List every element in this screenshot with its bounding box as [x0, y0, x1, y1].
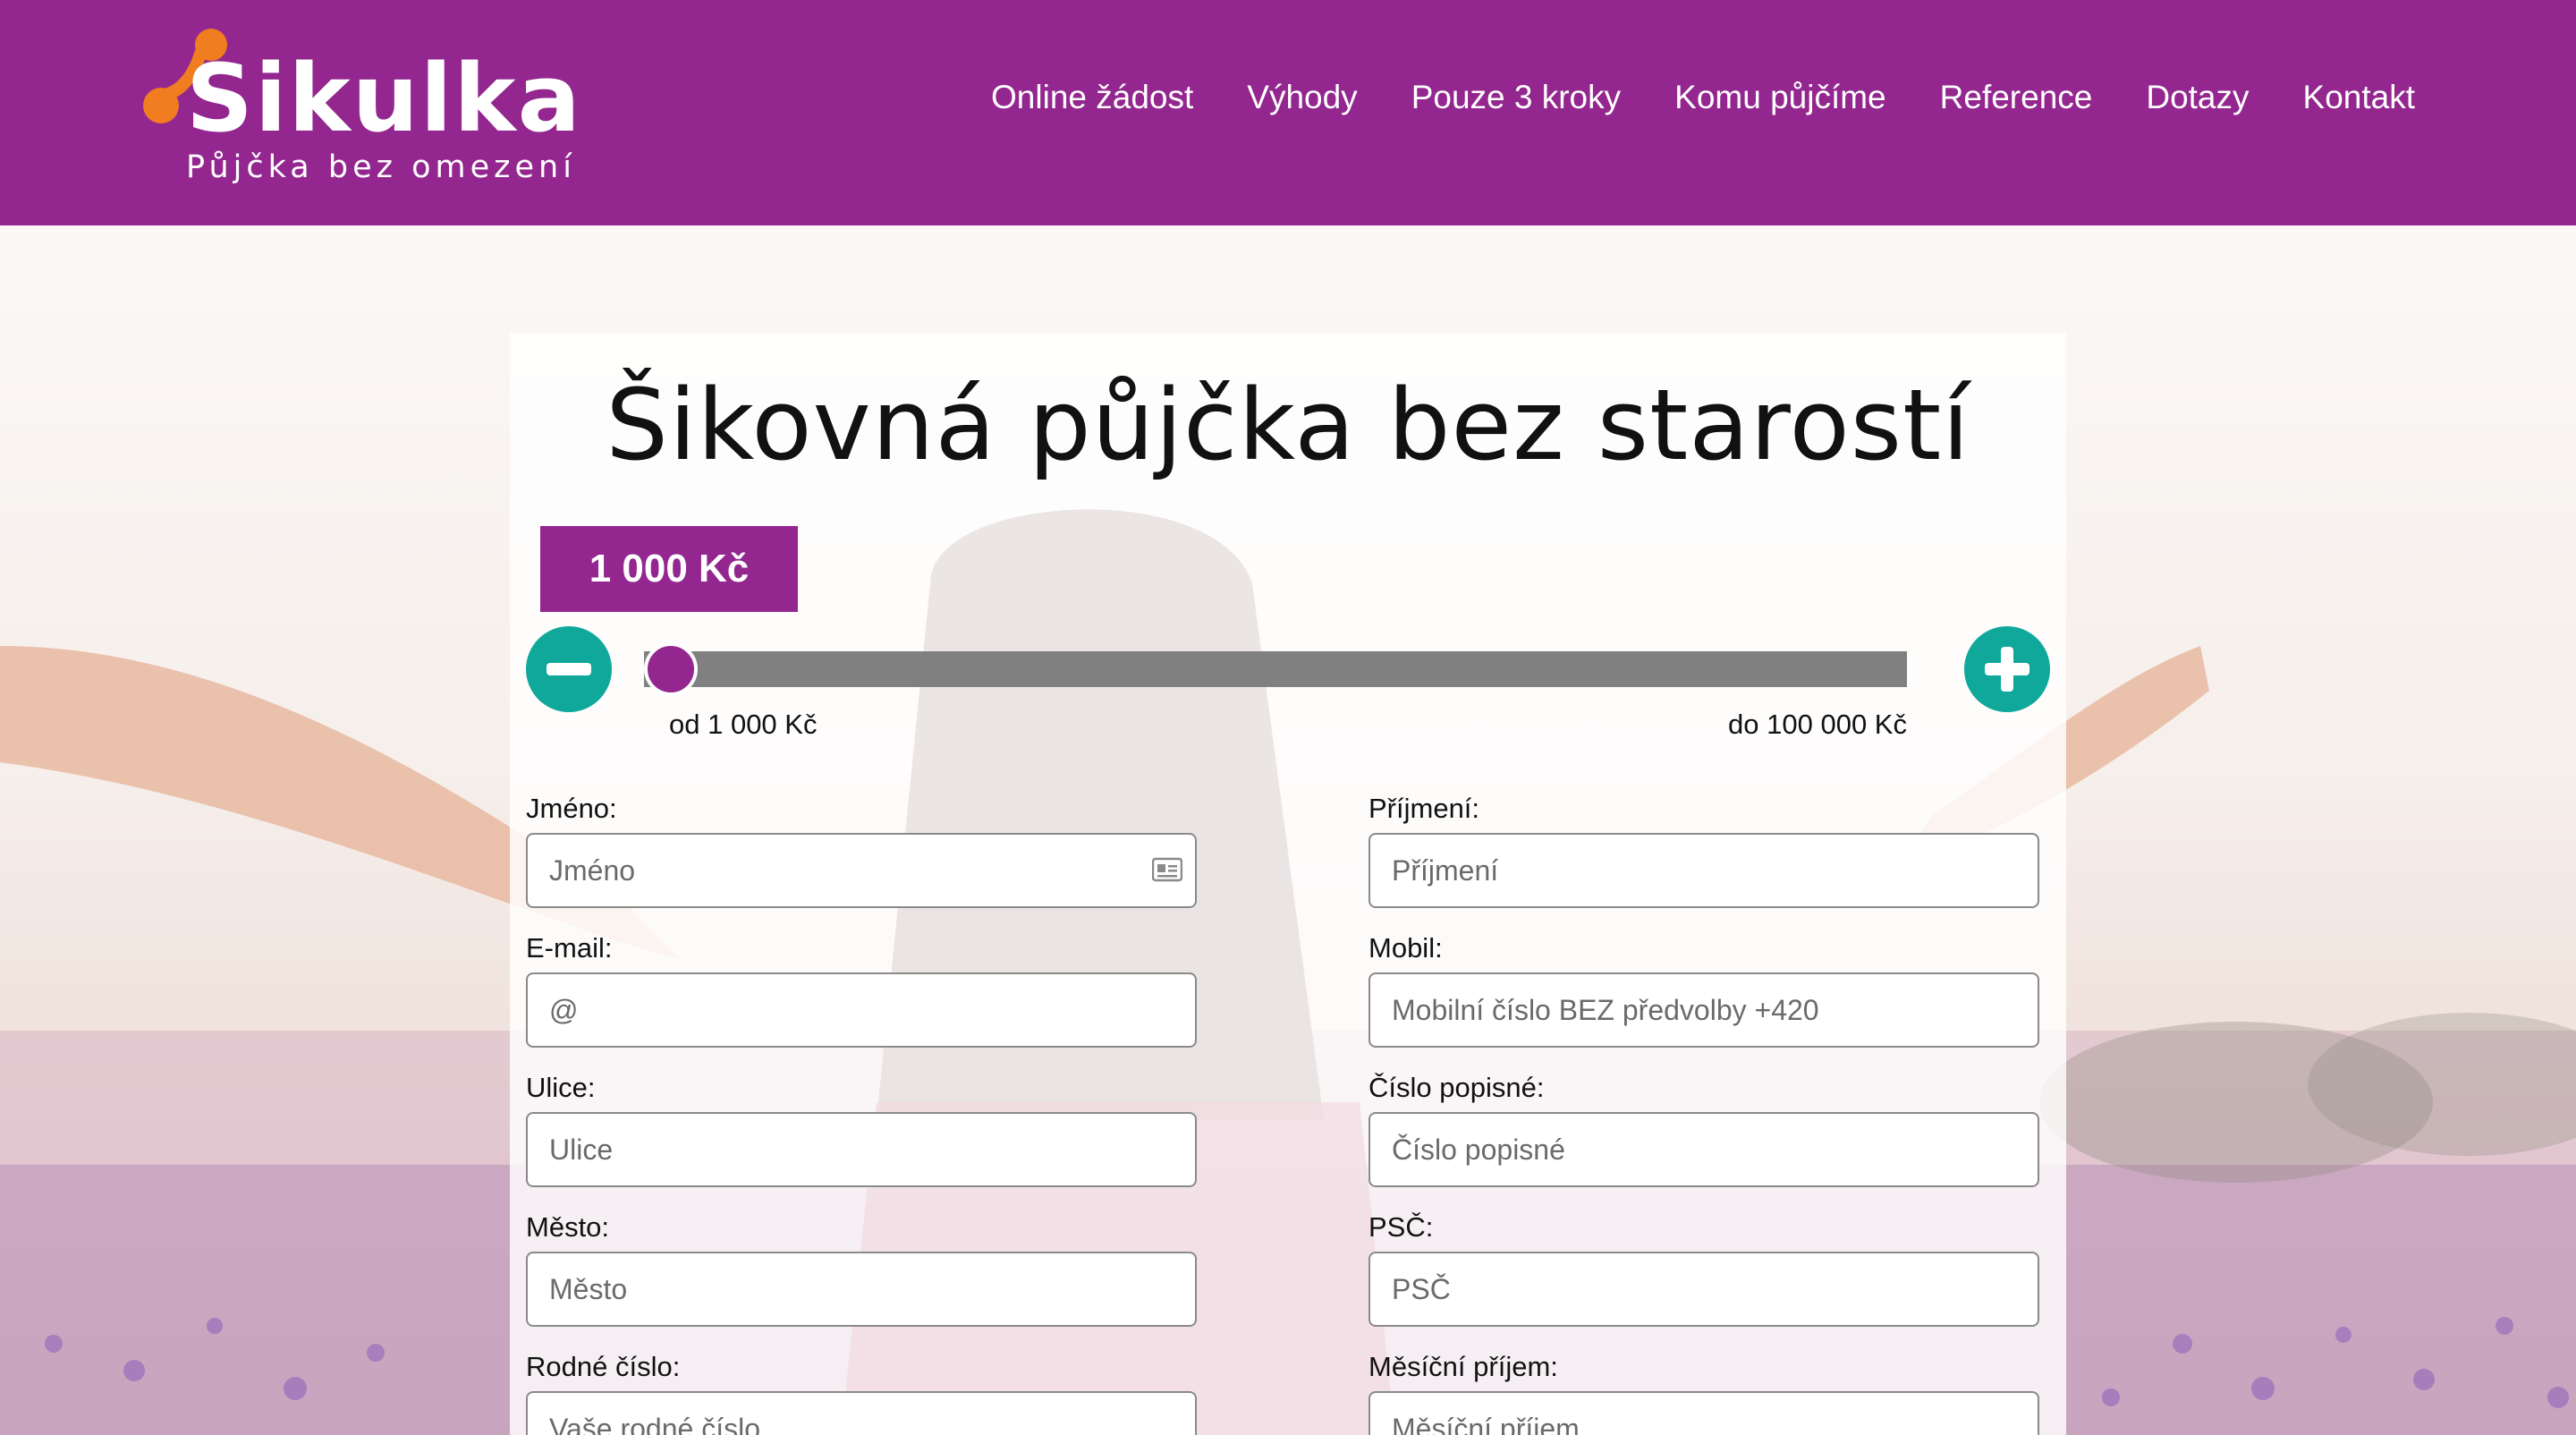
income-group: Měsíční příjem: [1368, 1353, 2039, 1435]
nav-online-zadost[interactable]: Online žádost [991, 79, 1193, 116]
first-name-wrapper [526, 833, 1197, 908]
first-name-group: Jméno: [526, 794, 1197, 908]
first-name-label: Jméno: [526, 793, 617, 824]
nav-komu-pujcime[interactable]: Komu půjčíme [1674, 79, 1886, 116]
nav-pouze-3-kroky[interactable]: Pouze 3 kroky [1411, 79, 1621, 116]
slider-min-label: od 1 000 Kč [669, 709, 818, 740]
email-input[interactable] [526, 972, 1197, 1048]
city-group: Město: [526, 1213, 1197, 1327]
logo-tagline: Půjčka bez omezení [186, 149, 576, 185]
amount-slider-track[interactable] [644, 642, 1907, 696]
income-input[interactable] [1368, 1391, 2039, 1435]
amount-slider-handle[interactable] [644, 642, 698, 696]
decrease-amount-button[interactable] [526, 626, 612, 712]
zip-group: PSČ: [1368, 1213, 2039, 1327]
plus-circle-icon-vertical [2001, 647, 2013, 692]
loan-form-panel: Šikovná půjčka bez starostí 1 000 Kč od … [510, 333, 2066, 1435]
birth-number-input[interactable] [526, 1391, 1197, 1435]
city-input[interactable] [526, 1252, 1197, 1327]
street-group: Ulice: [526, 1074, 1197, 1187]
site-header: Sikulka Půjčka bez omezení Online žádost… [0, 0, 2576, 225]
minus-circle-icon [547, 663, 591, 675]
nav-reference[interactable]: Reference [1940, 79, 2093, 116]
first-name-input[interactable] [526, 833, 1197, 908]
email-group: E-mail: [526, 934, 1197, 1048]
last-name-input[interactable] [1368, 833, 2039, 908]
street-input[interactable] [526, 1112, 1197, 1187]
street-label: Ulice: [526, 1072, 596, 1103]
zip-input[interactable] [1368, 1252, 2039, 1327]
house-number-label: Číslo popisné: [1368, 1072, 1545, 1103]
brand-logo[interactable]: Sikulka Půjčka bez omezení [141, 27, 580, 197]
city-label: Město: [526, 1211, 610, 1243]
birth-number-label: Rodné číslo: [526, 1351, 681, 1382]
nav-vyhody[interactable]: Výhody [1247, 79, 1357, 116]
house-number-input[interactable] [1368, 1112, 2039, 1187]
increase-amount-button[interactable] [1964, 626, 2050, 712]
nav-kontakt[interactable]: Kontakt [2303, 79, 2415, 116]
house-number-group: Číslo popisné: [1368, 1074, 2039, 1187]
income-label: Měsíční příjem: [1368, 1351, 1558, 1382]
birth-number-group: Rodné číslo: [526, 1353, 1197, 1435]
main-navigation: Online žádost Výhody Pouze 3 kroky Komu … [991, 79, 2415, 116]
page-title: Šikovná půjčka bez starostí [606, 368, 1970, 482]
last-name-label: Příjmení: [1368, 793, 1480, 824]
id-card-icon[interactable] [1152, 857, 1182, 882]
loan-amount-display: 1 000 Kč [540, 526, 798, 612]
mobile-group: Mobil: [1368, 934, 2039, 1048]
last-name-group: Příjmení: [1368, 794, 2039, 908]
mobile-input[interactable] [1368, 972, 2039, 1048]
mobile-label: Mobil: [1368, 932, 1443, 964]
zip-label: PSČ: [1368, 1211, 1434, 1243]
slider-max-label: do 100 000 Kč [1728, 709, 1907, 740]
nav-dotazy[interactable]: Dotazy [2146, 79, 2249, 116]
logo-wordmark: Sikulka [186, 44, 582, 153]
email-label: E-mail: [526, 932, 613, 964]
